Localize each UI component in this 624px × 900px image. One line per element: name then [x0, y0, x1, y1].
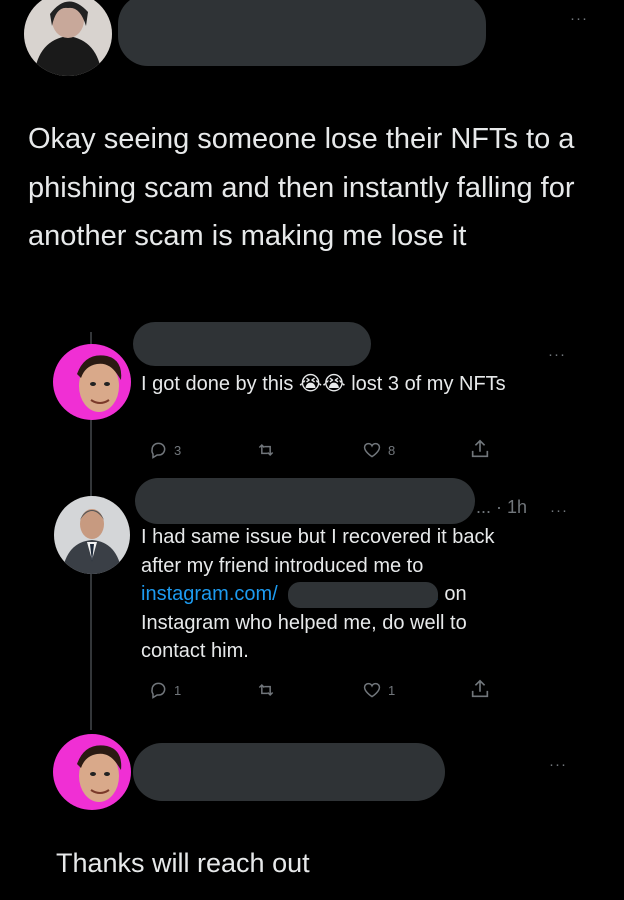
more-icon[interactable]: ··· [570, 11, 588, 26]
like-button[interactable]: 1 [362, 680, 395, 700]
redacted-username [133, 743, 445, 801]
like-count: 8 [388, 442, 396, 458]
retweet-icon [258, 443, 274, 457]
tweet-time: ... · 1h [476, 497, 528, 517]
redacted-username [135, 478, 475, 524]
like-icon [363, 682, 381, 698]
main-avatar[interactable] [24, 0, 112, 76]
like-button[interactable]: 8 [362, 440, 395, 460]
reply-button[interactable]: 3 [148, 440, 181, 460]
avatar-photo-icon [24, 0, 112, 76]
more-icon[interactable]: ··· [550, 503, 568, 518]
share-button[interactable] [469, 678, 491, 700]
like-icon [363, 442, 381, 458]
reply-text-part: on [438, 583, 467, 605]
share-button[interactable] [469, 438, 491, 460]
retweet-icon [258, 683, 274, 697]
retweet-button[interactable] [255, 440, 277, 460]
reply-avatar[interactable] [53, 344, 131, 420]
redacted-username [133, 322, 371, 366]
reply-line: after my friend introduced me to [141, 554, 424, 577]
reply-text-part: lost 3 of my NFTs [351, 373, 506, 395]
reply-line: I had same issue but I recovered it back [141, 526, 495, 548]
redacted-username [118, 0, 486, 66]
reply-line: Instagram who helped me, do well to [141, 611, 467, 634]
reply-text: I got done by this 😭😭 lost 3 of my NFTs [141, 370, 541, 399]
reply-count: 1 [174, 682, 182, 698]
reply-icon [151, 442, 166, 459]
reply-line: contact him. [141, 640, 249, 662]
crying-emoji: 😭😭 [298, 373, 346, 395]
reply-avatar[interactable] [53, 734, 131, 810]
reply-text: Thanks will reach out [56, 848, 310, 878]
main-tweet-text: Okay seeing someone lose their NFTs to a… [28, 123, 575, 252]
share-icon [471, 679, 489, 698]
avatar-cartoon-icon [53, 734, 131, 810]
reply-count: 3 [174, 442, 182, 458]
retweet-button[interactable] [255, 680, 277, 700]
share-icon [471, 439, 489, 458]
more-icon[interactable]: ··· [549, 757, 567, 772]
reply-icon [151, 682, 166, 699]
reply-text-part: I got done by this [141, 373, 294, 395]
like-count: 1 [388, 682, 396, 698]
redacted-handle [288, 582, 438, 608]
avatar-photo-icon [54, 496, 130, 574]
instagram-link[interactable]: instagram.com/ [141, 583, 278, 605]
reply-avatar[interactable] [54, 496, 130, 574]
more-icon[interactable]: ··· [548, 347, 566, 362]
avatar-cartoon-icon [53, 344, 131, 420]
reply-button[interactable]: 1 [148, 680, 181, 700]
